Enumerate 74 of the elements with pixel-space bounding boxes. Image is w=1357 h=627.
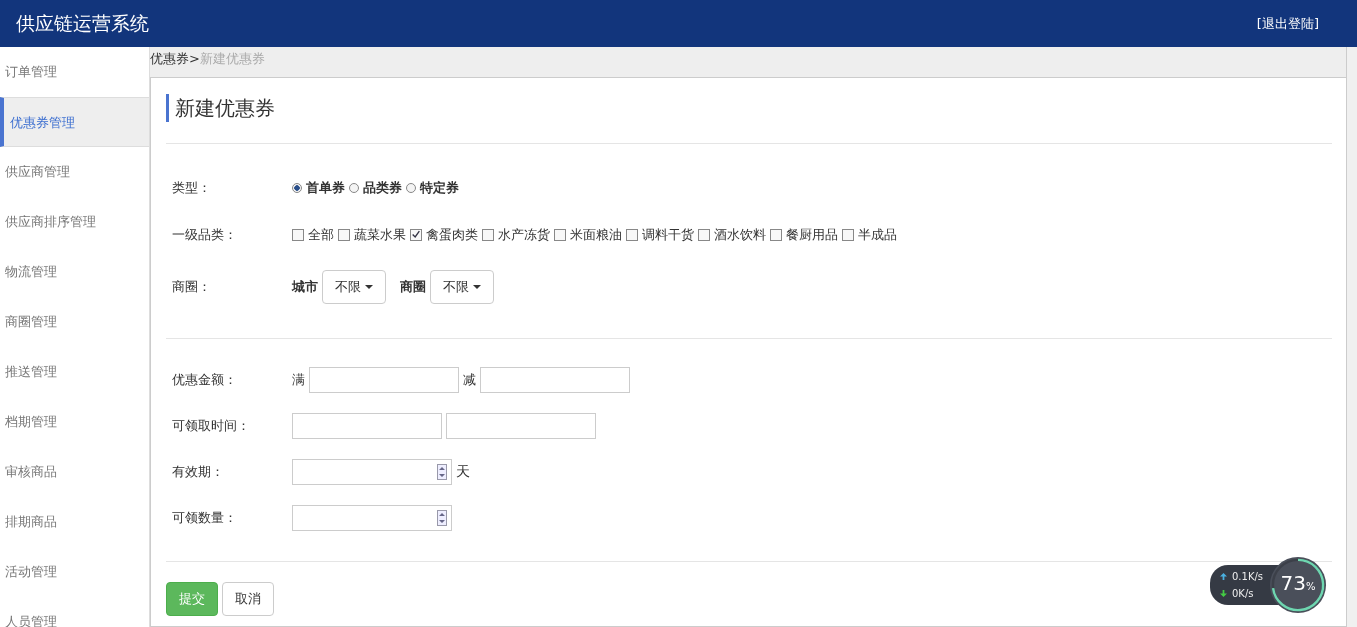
field-label: 可领数量： (171, 509, 238, 527)
sidebar-item[interactable]: 推送管理 (0, 347, 149, 397)
sidebar-item[interactable]: 供应商管理 (0, 147, 149, 197)
radio-button[interactable] (406, 182, 416, 193)
checkbox[interactable] (770, 228, 782, 241)
checkbox-label: 禽蛋肉类 (426, 225, 478, 244)
sidebar-item[interactable]: 商圈管理 (0, 297, 149, 347)
select-label: 城市 (292, 278, 318, 296)
app-title: 供应链运营系统 (16, 10, 149, 36)
checkbox-label: 全部 (308, 225, 334, 244)
radio-label: 首单券 (306, 178, 345, 197)
input-prefix: 满 (292, 371, 305, 389)
upload-speed: 0.1K/s (1232, 571, 1264, 582)
sidebar-item[interactable]: 活动管理 (0, 547, 149, 597)
upload-arrow-icon (1220, 573, 1227, 580)
gauge-value: 73 (1280, 571, 1306, 595)
submit-button[interactable]: 提交 (166, 582, 218, 616)
sidebar-item[interactable]: 审核商品 (0, 447, 149, 497)
select-label: 商圈 (400, 278, 426, 296)
radio-label: 品类券 (363, 178, 402, 197)
sidebar-item[interactable]: 订单管理 (0, 47, 149, 97)
field-label: 有效期： (171, 463, 225, 481)
input-field[interactable] (480, 367, 630, 393)
checkbox[interactable] (292, 228, 304, 241)
date-field[interactable] (446, 413, 596, 439)
field-label: 类型： (171, 178, 212, 197)
cancel-button[interactable]: 取消 (222, 582, 274, 616)
caret-icon (365, 285, 373, 289)
radio-button[interactable] (349, 182, 359, 193)
sidebar-item[interactable]: 物流管理 (0, 247, 149, 297)
checkbox[interactable] (698, 228, 710, 241)
field-label: 可领取时间： (171, 417, 251, 435)
logout-link[interactable]: [退出登陆] (1256, 14, 1319, 33)
input-prefix: 减 (463, 371, 476, 389)
unit-label: 天 (456, 463, 470, 481)
checkbox-label: 蔬菜水果 (354, 225, 406, 244)
page-title: 新建优惠券 (166, 94, 1332, 122)
number-field[interactable] (292, 505, 452, 531)
field-label: 商圈： (171, 278, 212, 296)
checkbox[interactable] (482, 228, 494, 241)
download-arrow-icon (1220, 590, 1227, 597)
radio-label: 特定券 (420, 178, 459, 197)
breadcrumb-link[interactable]: 优惠券 (150, 51, 189, 66)
checkbox[interactable] (626, 228, 638, 241)
checkbox[interactable] (338, 228, 350, 241)
dropdown-button[interactable]: 不限 (322, 270, 386, 304)
checkbox-label: 水产冻货 (498, 225, 550, 244)
checkbox-label: 米面粮油 (570, 225, 622, 244)
radio-button[interactable] (292, 182, 302, 193)
checkbox-label: 餐厨用品 (786, 225, 838, 244)
checkbox[interactable] (842, 228, 854, 241)
sidebar-item[interactable]: 档期管理 (0, 397, 149, 447)
sidebar-item[interactable]: 供应商排序管理 (0, 197, 149, 247)
input-field[interactable] (309, 367, 459, 393)
sidebar-item[interactable]: 优惠券管理 (0, 97, 149, 147)
number-field[interactable] (292, 459, 452, 485)
spinner-icon[interactable] (437, 464, 447, 480)
checkbox[interactable] (410, 228, 422, 241)
caret-icon (473, 285, 481, 289)
download-speed: 0K/s (1232, 588, 1254, 599)
breadcrumb-current: 新建优惠券 (199, 51, 265, 66)
date-field[interactable] (292, 413, 442, 439)
spinner-icon[interactable] (437, 510, 447, 526)
scrollbar[interactable] (1346, 47, 1357, 627)
checkbox[interactable] (554, 228, 566, 241)
checkbox-label: 调料干货 (642, 225, 694, 244)
dropdown-button[interactable]: 不限 (430, 270, 494, 304)
percent-sign: % (1306, 581, 1316, 592)
breadcrumb-separator: > (189, 51, 200, 66)
field-label: 优惠金额： (171, 371, 238, 389)
field-label: 一级品类： (171, 225, 238, 244)
sidebar-item[interactable]: 排期商品 (0, 497, 149, 547)
checkbox-label: 半成品 (858, 225, 897, 244)
checkbox-label: 酒水饮料 (714, 225, 766, 244)
